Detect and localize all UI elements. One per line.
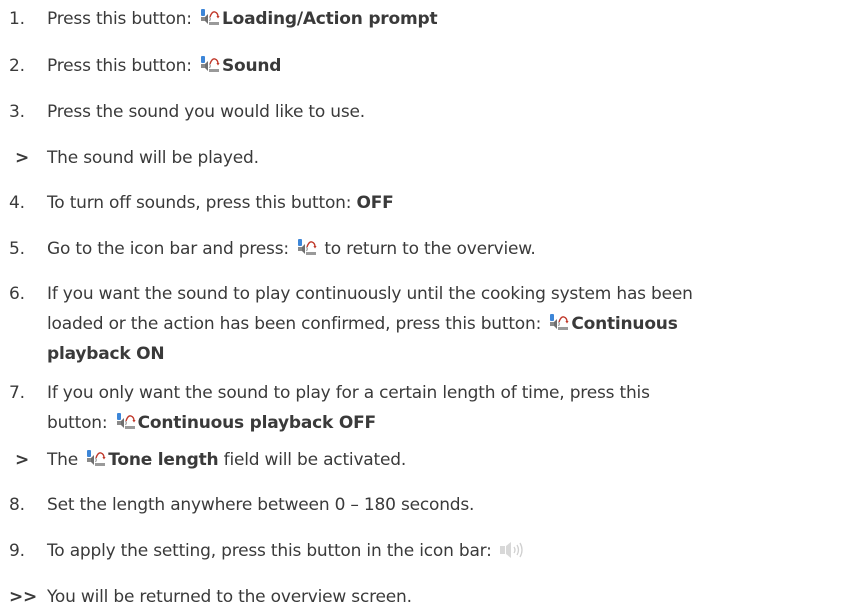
- speaker-icon: [499, 542, 523, 558]
- step-number: 9.: [9, 541, 25, 561]
- result-text-continued: field will be activated.: [218, 450, 407, 470]
- speaker-bell-icon: [297, 238, 318, 256]
- step-text-line-1: If you want the sound to play continuous…: [47, 284, 693, 304]
- button-label-continuous-playback-off: Continuous playback OFF: [137, 413, 376, 433]
- step-text: Press this button:: [47, 9, 197, 29]
- step-number: 1.: [9, 9, 25, 29]
- step-text: Set the length anywhere between 0 – 180 …: [47, 495, 475, 515]
- step-text-line-2: button:: [47, 413, 113, 433]
- step-text: Go to the icon bar and press:: [47, 239, 295, 259]
- result-text: The: [47, 450, 84, 470]
- step-text: To apply the setting, press this button …: [47, 541, 497, 561]
- speaker-bell-icon: [115, 412, 136, 430]
- result-marker: >: [15, 148, 30, 168]
- speaker-bell-icon: [200, 8, 221, 26]
- result-text: You will be returned to the overview scr…: [47, 587, 412, 607]
- step-number: 5.: [9, 239, 25, 259]
- speaker-bell-icon: [86, 449, 107, 467]
- step-number: 3.: [9, 102, 25, 122]
- step-number: 6.: [9, 284, 25, 304]
- instruction-document: 1. Press this button: Loading/Action pro…: [0, 0, 854, 616]
- final-result-marker: >>: [9, 587, 38, 607]
- speaker-bell-icon: [200, 55, 221, 73]
- field-label-tone-length: Tone length: [108, 450, 219, 470]
- step-number: 2.: [9, 56, 25, 76]
- step-text: To turn off sounds, press this button:: [47, 193, 357, 213]
- button-label-sound: Sound: [221, 56, 282, 76]
- step-text: Press the sound you would like to use.: [47, 102, 365, 122]
- step-number: 4.: [9, 193, 25, 213]
- step-number: 8.: [9, 495, 25, 515]
- button-label-off: OFF: [356, 193, 394, 213]
- step-text-continued: to return to the overview.: [319, 239, 536, 259]
- speaker-bell-icon: [549, 313, 570, 331]
- button-label-continuous: Continuous: [571, 314, 678, 334]
- button-label-playback-on: playback ON: [47, 344, 165, 364]
- result-marker: >: [15, 450, 30, 470]
- step-text: Press this button:: [47, 56, 197, 76]
- button-label-loading-action-prompt: Loading/Action prompt: [221, 9, 438, 29]
- step-text-line-1: If you only want the sound to play for a…: [47, 383, 650, 403]
- step-text-line-2: loaded or the action has been confirmed,…: [47, 314, 547, 334]
- result-text: The sound will be played.: [47, 148, 259, 168]
- step-number: 7.: [9, 383, 25, 403]
